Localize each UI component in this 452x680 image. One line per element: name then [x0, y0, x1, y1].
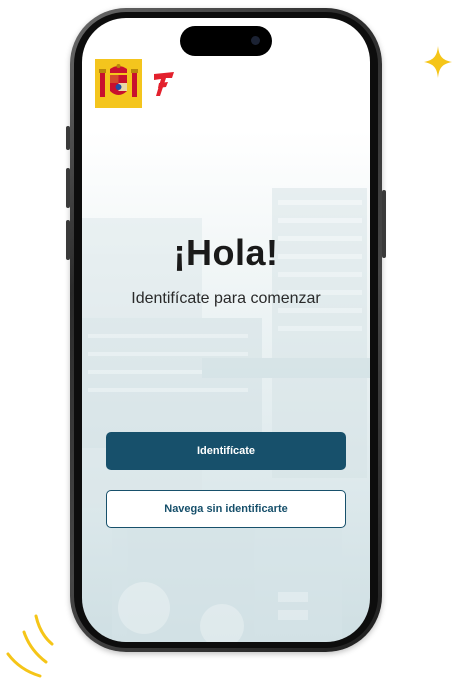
spain-coat-of-arms-icon: [95, 59, 142, 108]
silent-switch: [66, 126, 70, 150]
browse-without-login-button[interactable]: Navega sin identificarte: [106, 490, 346, 528]
sparkle-icon: [424, 46, 452, 78]
camera-icon: [251, 36, 260, 45]
greeting-title: ¡Hola!: [173, 232, 279, 273]
identify-button[interactable]: Identifícate: [106, 432, 346, 470]
app-screen: ¡Hola! Identifícate para comenzar Identi…: [82, 18, 370, 642]
browse-without-login-label: Navega sin identificarte: [164, 503, 288, 515]
building-background: [82, 188, 370, 642]
greeting-subtitle: Identifícate para comenzar: [131, 290, 321, 307]
dynamic-island: [180, 26, 272, 56]
transport-ministry-icon: [154, 72, 174, 96]
identify-button-label: Identifícate: [196, 445, 256, 457]
volume-down-button: [66, 220, 70, 260]
volume-up-button: [66, 168, 70, 208]
doodle-lines-icon: [6, 614, 54, 678]
power-button: [382, 190, 386, 258]
